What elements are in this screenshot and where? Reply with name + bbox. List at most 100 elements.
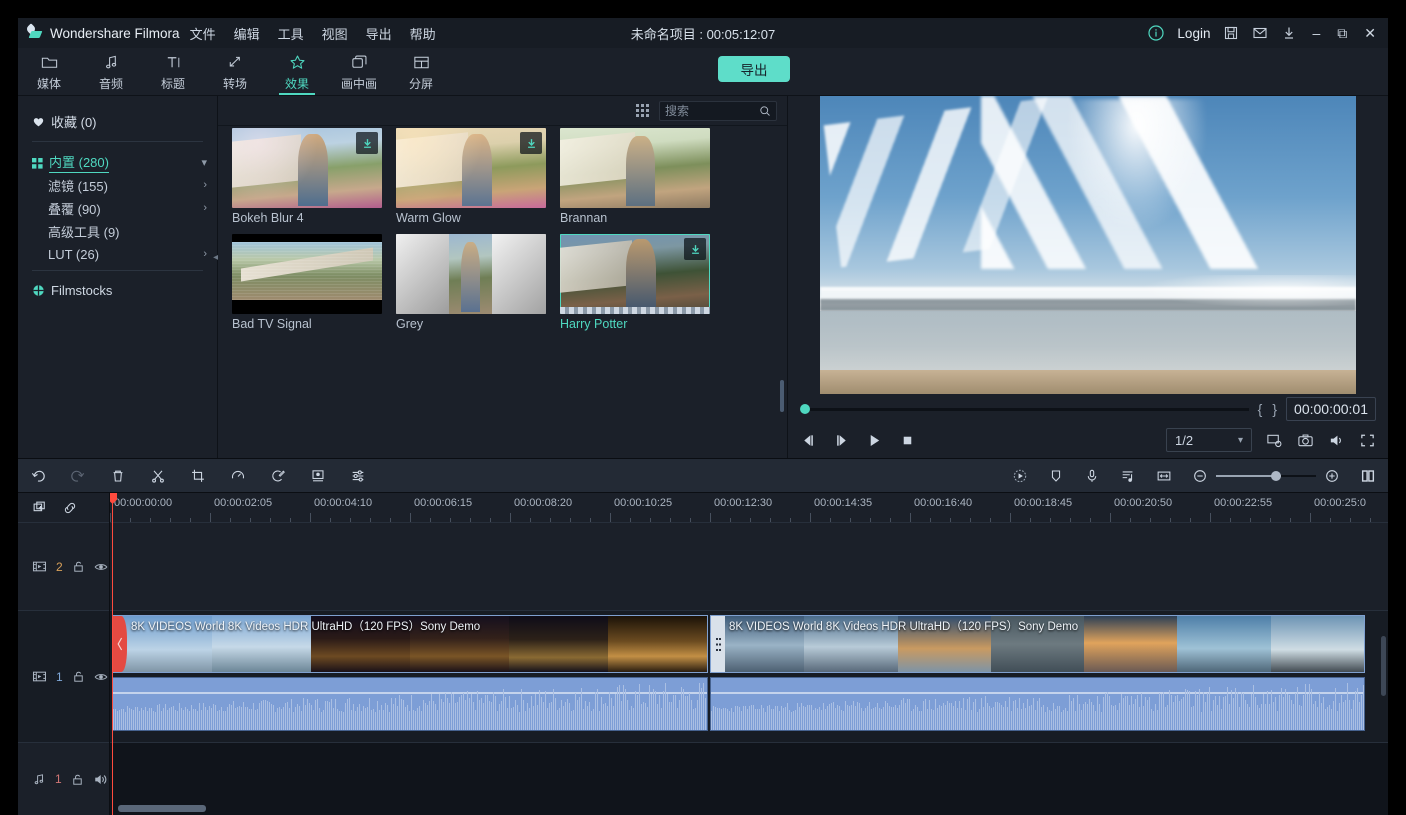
- menu-item-view[interactable]: 视图: [322, 24, 348, 43]
- preview-video-frame[interactable]: [820, 96, 1356, 394]
- chevron-down-icon[interactable]: ▾: [201, 156, 207, 169]
- seek-handle[interactable]: [800, 404, 810, 414]
- preview-quality-select[interactable]: 1/2 ▾: [1166, 428, 1252, 452]
- zoom-slider-handle[interactable]: [1271, 471, 1281, 481]
- sidebar-item-filters[interactable]: 滤镜 (155) ›: [18, 175, 217, 195]
- color-icon[interactable]: [270, 468, 286, 484]
- timeline-tracks-area[interactable]: 00:00:00:00 00:00:02:05 00:00:04:10 00:0…: [110, 493, 1388, 815]
- timeline-horizontal-scrollbar[interactable]: [110, 805, 1388, 812]
- mark-in-icon[interactable]: {: [1257, 401, 1264, 417]
- menu-item-tools[interactable]: 工具: [278, 24, 304, 43]
- unlock-icon[interactable]: [72, 670, 85, 683]
- info-icon[interactable]: [1148, 25, 1164, 41]
- grid-view-icon[interactable]: [636, 104, 649, 117]
- speaker-icon[interactable]: [93, 772, 108, 787]
- timeline-clip[interactable]: 8K VIDEOS World 8K Videos HDR UltraHD（12…: [112, 615, 708, 673]
- eye-icon[interactable]: [94, 560, 108, 574]
- stop-button[interactable]: [899, 432, 916, 449]
- mail-icon[interactable]: [1252, 25, 1268, 41]
- zoom-slider[interactable]: [1216, 475, 1316, 477]
- tab-media[interactable]: 媒体: [18, 48, 80, 95]
- play-button[interactable]: [866, 432, 883, 449]
- speed-icon[interactable]: [230, 468, 246, 484]
- voiceover-icon[interactable]: [1084, 468, 1100, 484]
- render-icon[interactable]: [1012, 468, 1028, 484]
- zoom-out-icon[interactable]: [1192, 468, 1208, 484]
- timeline-ruler[interactable]: 00:00:00:00 00:00:02:05 00:00:04:10 00:0…: [110, 493, 1388, 523]
- sidebar-item-overlays[interactable]: 叠覆 (90) ›: [18, 198, 217, 218]
- unlock-icon[interactable]: [71, 773, 84, 786]
- save-icon[interactable]: [1223, 25, 1239, 41]
- mark-out-icon[interactable]: }: [1271, 401, 1278, 417]
- track-video-1[interactable]: 8K VIDEOS World 8K Videos HDR UltraHD（12…: [110, 611, 1388, 743]
- adjust-icon[interactable]: [350, 468, 366, 484]
- sidebar-item-advanced-tools[interactable]: 高级工具 (9): [18, 221, 217, 241]
- render-preview-icon[interactable]: [1266, 432, 1283, 449]
- library-scrollbar[interactable]: [780, 160, 784, 454]
- next-frame-button[interactable]: [833, 432, 850, 449]
- tab-transitions[interactable]: 转场: [204, 48, 266, 95]
- track-header-audio-1[interactable]: 1: [18, 743, 109, 815]
- tab-split-screen[interactable]: 分屏: [390, 48, 452, 95]
- effect-item[interactable]: Brannan: [560, 128, 710, 228]
- effect-thumbnail[interactable]: [396, 128, 546, 208]
- sidebar-item-builtin[interactable]: 内置 (280) ▾: [18, 152, 217, 172]
- fit-timeline-icon[interactable]: [1156, 468, 1172, 484]
- timeline-vertical-scrollbar[interactable]: [1381, 527, 1386, 799]
- export-button[interactable]: 导出: [718, 56, 790, 82]
- tab-audio[interactable]: 音频: [80, 48, 142, 95]
- sidebar-item-filmstocks[interactable]: Filmstocks: [18, 271, 217, 298]
- clip-audio-waveform[interactable]: [112, 677, 708, 731]
- effect-thumbnail[interactable]: [232, 128, 382, 208]
- chevron-right-icon[interactable]: ›: [203, 248, 207, 260]
- sidebar-item-lut[interactable]: LUT (26) ›: [18, 244, 217, 264]
- effect-item[interactable]: Warm Glow: [396, 128, 546, 228]
- zoom-in-icon[interactable]: [1324, 468, 1340, 484]
- audio-mixer-icon[interactable]: [1120, 468, 1136, 484]
- link-icon[interactable]: [62, 500, 78, 516]
- timeline-clip[interactable]: 8K VIDEOS World 8K Videos HDR UltraHD（12…: [710, 615, 1365, 673]
- chevron-right-icon[interactable]: ›: [203, 202, 207, 214]
- effect-thumbnail[interactable]: [560, 234, 710, 314]
- effect-item[interactable]: Grey: [396, 234, 546, 334]
- search-icon[interactable]: [759, 105, 771, 117]
- effects-grid-wrapper[interactable]: Bokeh Blur 10 Warm Film Metropolis: [218, 126, 787, 458]
- track-video-2[interactable]: [110, 523, 1388, 611]
- chevron-right-icon[interactable]: ›: [203, 179, 207, 191]
- volume-icon[interactable]: [1328, 432, 1345, 449]
- prev-frame-button[interactable]: [800, 432, 817, 449]
- snapshot-icon[interactable]: [1297, 432, 1314, 449]
- search-box[interactable]: [659, 101, 777, 121]
- search-input[interactable]: [665, 104, 759, 118]
- clip-left-handle[interactable]: [711, 616, 725, 672]
- menu-item-help[interactable]: 帮助: [410, 24, 436, 43]
- track-header-video-2[interactable]: 2: [18, 523, 109, 611]
- tab-effects[interactable]: 效果: [266, 48, 328, 95]
- clip-left-handle[interactable]: [113, 616, 127, 672]
- effect-thumbnail[interactable]: [396, 234, 546, 314]
- split-icon[interactable]: [150, 468, 166, 484]
- effect-item[interactable]: Harry Potter: [560, 234, 710, 334]
- track-header-video-1[interactable]: 1: [18, 611, 109, 743]
- effect-thumbnail[interactable]: [232, 234, 382, 314]
- layout-icon[interactable]: [1360, 468, 1376, 484]
- menu-item-export[interactable]: 导出: [366, 24, 392, 43]
- fullscreen-icon[interactable]: [1359, 432, 1376, 449]
- effect-item[interactable]: Bokeh Blur 4: [232, 128, 382, 228]
- tab-pip[interactable]: 画中画: [328, 48, 390, 95]
- menu-item-edit[interactable]: 编辑: [234, 24, 260, 43]
- tab-titles[interactable]: 标题: [142, 48, 204, 95]
- eye-icon[interactable]: [94, 670, 108, 684]
- download-badge-icon[interactable]: [520, 132, 542, 154]
- playhead[interactable]: [112, 493, 113, 815]
- close-button[interactable]: ✕: [1362, 26, 1378, 40]
- download-icon[interactable]: [1281, 25, 1297, 41]
- redo-icon[interactable]: [70, 468, 86, 484]
- chevron-down-icon[interactable]: ▾: [1238, 435, 1243, 446]
- download-badge-icon[interactable]: [684, 238, 706, 260]
- maximize-button[interactable]: ⧉: [1335, 26, 1349, 40]
- preview-timecode[interactable]: 00:00:00:01: [1286, 397, 1376, 421]
- clip-audio-waveform[interactable]: [710, 677, 1365, 731]
- sidebar-item-favorites[interactable]: 收藏 (0): [18, 106, 217, 141]
- pip-overlay-icon[interactable]: [310, 468, 326, 484]
